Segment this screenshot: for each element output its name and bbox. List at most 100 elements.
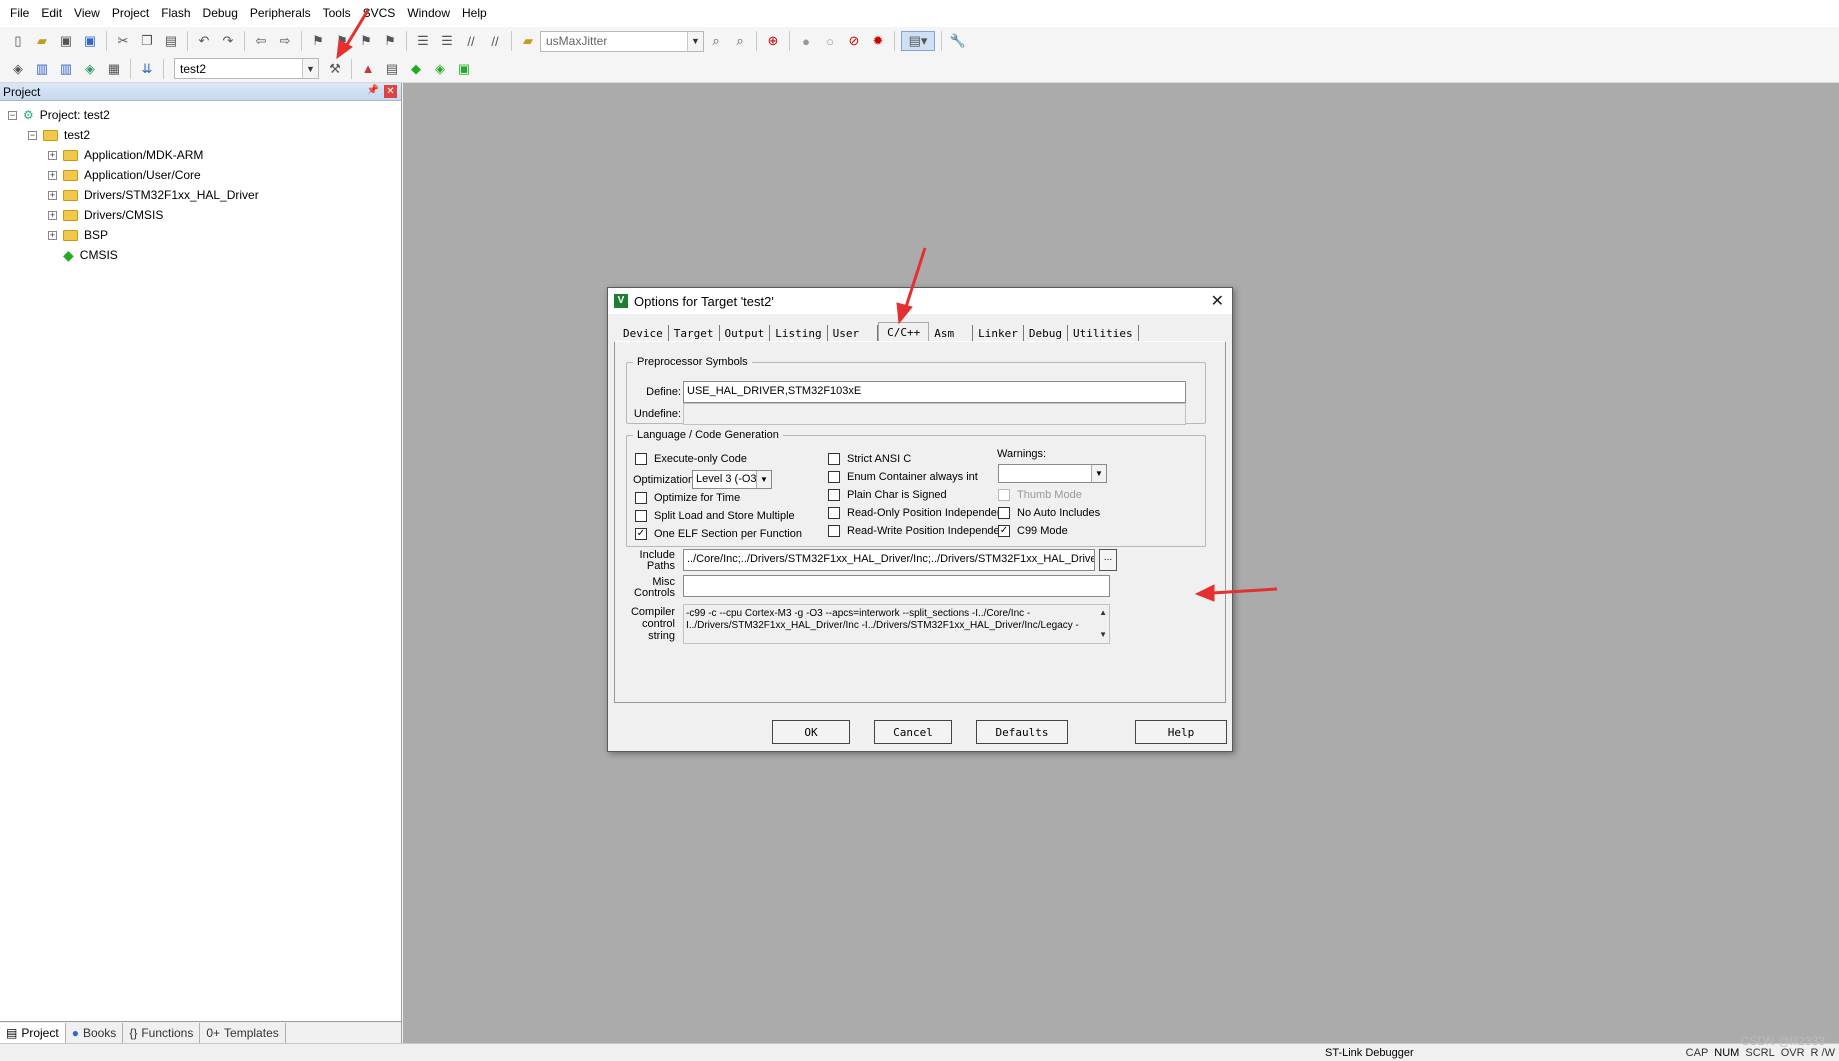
stop-build-icon[interactable]: ▦ [104, 59, 124, 79]
include-paths-browse-button[interactable]: ... [1099, 549, 1117, 571]
menu-edit[interactable]: Edit [35, 0, 68, 27]
close-icon[interactable]: ✕ [384, 85, 397, 98]
help-button[interactable]: Help [1135, 720, 1227, 744]
expand-icon[interactable]: + [48, 170, 57, 180]
tab-user[interactable]: User [828, 325, 879, 342]
split-load-checkbox[interactable]: Split Load and Store Multiple [635, 510, 795, 522]
batch-build-icon[interactable]: ◈ [80, 59, 100, 79]
expand-icon[interactable]: + [48, 190, 57, 200]
manage-project-items-icon[interactable]: ▲ [358, 59, 378, 79]
window-layout-icon[interactable]: ▤▾ [901, 31, 935, 51]
configure-icon[interactable]: 🔧 [948, 31, 968, 51]
undefine-field[interactable] [683, 403, 1186, 425]
define-field[interactable]: USE_HAL_DRIVER,STM32F103xE [683, 381, 1186, 403]
menu-view[interactable]: View [68, 0, 106, 27]
manage-rte-icon[interactable]: ▣ [454, 59, 474, 79]
menu-tools[interactable]: Tools [317, 0, 357, 27]
comment-icon[interactable]: // [461, 31, 481, 51]
tree-cmsis[interactable]: ◆ CMSIS [63, 245, 118, 265]
menu-svcs[interactable]: SVCS [357, 0, 402, 27]
tree-group[interactable]: + Drivers/CMSIS [48, 205, 163, 225]
c99-mode-checkbox[interactable]: ✓ C99 Mode [998, 525, 1068, 537]
tree-group[interactable]: + Application/User/Core [48, 165, 201, 185]
bookmark-next-icon[interactable]: ⚑ [356, 31, 376, 51]
enum-container-checkbox[interactable]: Enum Container always int [828, 471, 978, 483]
copy-icon[interactable]: ❐ [137, 31, 157, 51]
plain-char-checkbox[interactable]: Plain Char is Signed [828, 489, 947, 501]
tab-c-cpp[interactable]: C/C++ [878, 322, 930, 342]
unindent-icon[interactable]: ☰ [437, 31, 457, 51]
save-all-icon[interactable]: ▣ [80, 31, 100, 51]
paste-icon[interactable]: ▤ [161, 31, 181, 51]
tab-books[interactable]: ● Books [66, 1022, 124, 1043]
tree-group[interactable]: + BSP [48, 225, 108, 245]
target-select[interactable]: test2 ▼ [174, 58, 319, 79]
debug-start-icon[interactable]: ⊕ [763, 31, 783, 51]
thumb-mode-checkbox[interactable]: Thumb Mode [998, 489, 1082, 501]
tree-project-root[interactable]: − ⚙ Project: test2 [8, 105, 110, 125]
tab-output[interactable]: Output [720, 325, 771, 342]
tree-group[interactable]: + Drivers/STM32F1xx_HAL_Driver [48, 185, 259, 205]
cut-icon[interactable]: ✂ [113, 31, 133, 51]
find-in-files-icon[interactable]: ▰ [518, 31, 538, 51]
pin-icon[interactable]: 📌 [367, 85, 379, 96]
breakpoint-disable-icon[interactable]: ○ [820, 31, 840, 51]
select-packs-icon[interactable]: ▤ [382, 59, 402, 79]
ro-position-checkbox[interactable]: Read-Only Position Independent [828, 507, 1006, 519]
chevron-down-icon[interactable]: ▼ [687, 31, 703, 51]
expand-icon[interactable]: + [48, 210, 57, 220]
options-for-target-icon[interactable]: ⚒ [325, 59, 345, 79]
chevron-down-icon[interactable]: ▼ [1091, 465, 1106, 482]
bookmark-clear-icon[interactable]: ⚑ [380, 31, 400, 51]
expand-icon[interactable]: + [48, 230, 57, 240]
nav-back-icon[interactable]: ⇦ [251, 31, 271, 51]
redo-icon[interactable]: ↷ [218, 31, 238, 51]
cancel-button[interactable]: Cancel [874, 720, 952, 744]
rw-position-checkbox[interactable]: Read-Write Position Independent [828, 525, 1009, 537]
collapse-icon[interactable]: − [28, 130, 37, 140]
scroll-down-icon[interactable]: ▼ [1099, 629, 1107, 641]
strict-ansi-checkbox[interactable]: Strict ANSI C [828, 453, 911, 465]
tab-debug[interactable]: Debug [1024, 325, 1068, 342]
breakpoint-icon[interactable]: ● [796, 31, 816, 51]
menu-window[interactable]: Window [401, 0, 456, 27]
bookmark-prev-icon[interactable]: ⚑ [332, 31, 352, 51]
download-icon[interactable]: ⇊ [137, 59, 157, 79]
find-icon[interactable]: ⌕ [706, 31, 726, 51]
tree-group[interactable]: + Application/MDK-ARM [48, 145, 203, 165]
include-paths-field[interactable]: ../Core/Inc;../Drivers/STM32F1xx_HAL_Dri… [683, 549, 1095, 571]
find-replace-icon[interactable]: ⌕ [730, 31, 750, 51]
breakpoint-kill-all-icon[interactable]: ✹ [868, 31, 888, 51]
warnings-select[interactable]: ▼ [998, 464, 1107, 483]
bookmark-icon[interactable]: ⚑ [308, 31, 328, 51]
find-combo[interactable]: usMaxJitter ▼ [540, 30, 704, 52]
chevron-down-icon[interactable]: ▼ [302, 59, 318, 78]
uncomment-icon[interactable]: // [485, 31, 505, 51]
tree-target[interactable]: − test2 [28, 125, 90, 145]
menu-debug[interactable]: Debug [197, 0, 244, 27]
tab-project[interactable]: ▤ Project [0, 1022, 66, 1043]
indent-icon[interactable]: ☰ [413, 31, 433, 51]
ok-button[interactable]: OK [772, 720, 850, 744]
menu-help[interactable]: Help [456, 0, 493, 27]
new-file-icon[interactable]: ▯ [8, 31, 28, 51]
menu-file[interactable]: File [4, 0, 35, 27]
open-folder-icon[interactable]: ▰ [32, 31, 52, 51]
chevron-down-icon[interactable]: ▼ [756, 471, 771, 488]
collapse-icon[interactable]: − [8, 110, 17, 120]
rte-icon[interactable]: ◈ [430, 59, 450, 79]
menu-flash[interactable]: Flash [155, 0, 196, 27]
nav-forward-icon[interactable]: ⇨ [275, 31, 295, 51]
tab-functions[interactable]: {} Functions [123, 1022, 201, 1043]
tab-templates[interactable]: 0+ Templates [200, 1022, 286, 1043]
scroll-up-icon[interactable]: ▲ [1099, 607, 1107, 619]
one-elf-checkbox[interactable]: ✓ One ELF Section per Function [635, 528, 802, 540]
optimization-select[interactable]: Level 3 (-O3) ▼ [692, 470, 772, 489]
expand-icon[interactable]: + [48, 150, 57, 160]
save-icon[interactable]: ▣ [56, 31, 76, 51]
tab-utilities[interactable]: Utilities [1068, 325, 1139, 342]
pack-installer-icon[interactable]: ◆ [406, 59, 426, 79]
build-icon[interactable]: ▥ [32, 59, 52, 79]
close-icon[interactable]: ✕ [1211, 291, 1224, 311]
tab-listing[interactable]: Listing [770, 325, 828, 342]
